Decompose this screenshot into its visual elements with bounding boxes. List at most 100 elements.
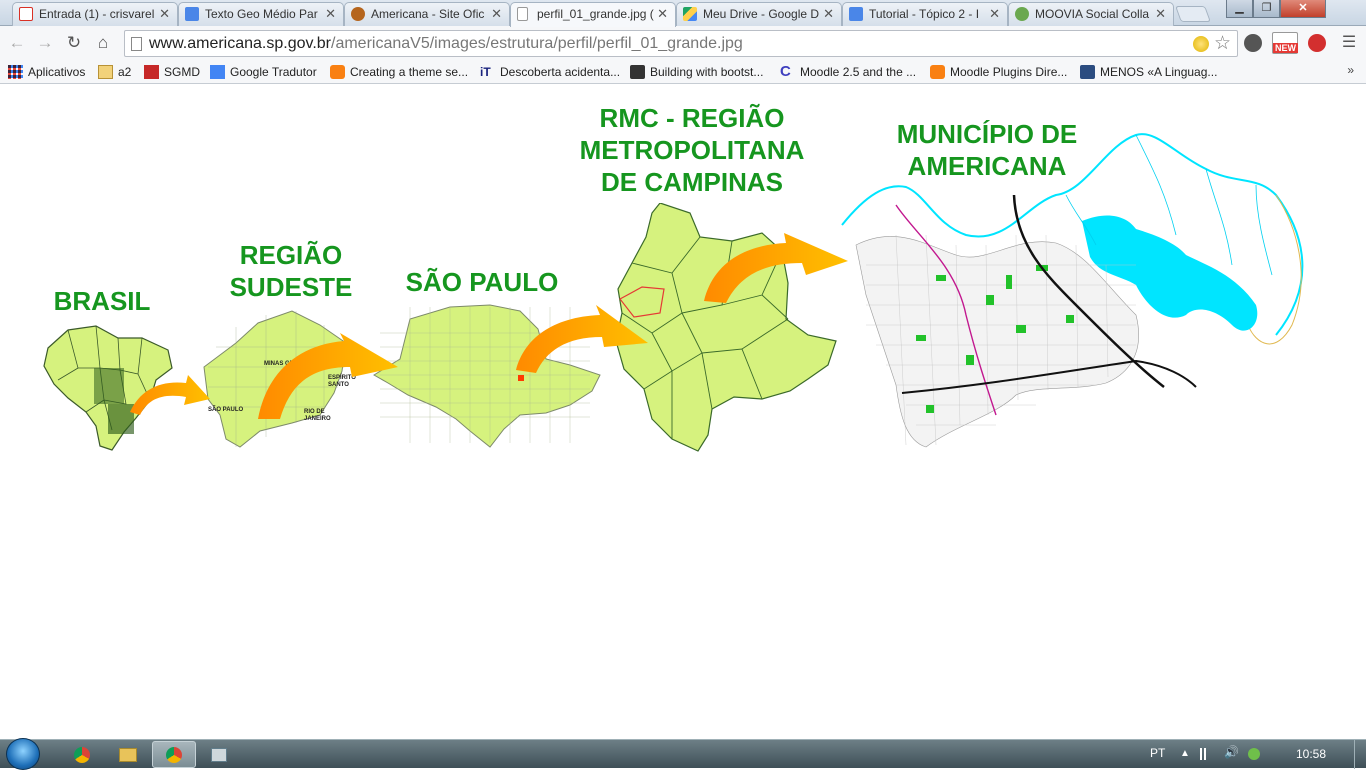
reload-button[interactable]: ↻ [63,32,85,54]
sync-icon[interactable] [1248,748,1260,760]
docs-icon [849,7,863,21]
transition-arrows [130,233,848,419]
menu-icon[interactable]: ☰ [1338,32,1360,54]
tab-meu-drive[interactable]: Meu Drive - Google D ✕ [676,2,842,26]
tab-tutorial[interactable]: Tutorial - Tópico 2 - I ✕ [842,2,1008,26]
folder-icon [98,65,113,79]
bookmark-label: Moodle Plugins Dire... [950,65,1068,79]
translate-icon [210,65,225,79]
bookmark-label: Moodle 2.5 and the ... [800,65,917,79]
image-viewer: BRASIL REGIÃO SUDESTE SÃO PAULO RMC - RE… [0,85,1366,739]
tab-perfil-image[interactable]: perfil_01_grande.jpg ( ✕ [510,2,676,27]
tab-americana[interactable]: Americana - Site Ofic ✕ [344,2,510,26]
close-icon[interactable]: ✕ [1155,3,1166,25]
bookmark-label: a2 [118,65,132,79]
show-desktop-button[interactable] [1354,740,1366,769]
folder-icon [119,748,137,762]
tab-label: Tutorial - Tópico 2 - I [869,7,980,21]
new-badge: NEW [1273,43,1298,53]
start-button[interactable] [6,738,40,770]
close-icon[interactable]: ✕ [823,3,834,25]
tab-label: MOOVIA Social Colla [1035,7,1150,21]
tab-gmail[interactable]: Entrada (1) - crisvarel ✕ [12,2,178,26]
sgmd-icon [144,65,159,79]
forward-button[interactable]: → [34,32,56,54]
volume-icon[interactable]: 🔊 [1224,745,1239,759]
gmail-icon [19,7,33,21]
bookmark-label: Creating a theme se... [350,65,469,79]
tab-label: Entrada (1) - crisvarel [39,7,155,21]
back-button[interactable]: ← [6,32,28,54]
account-icon[interactable] [1244,34,1262,52]
tab-label: Americana - Site Ofic [371,7,485,21]
arrow-saopaulo-rmc [516,305,648,373]
taskbar-app[interactable] [198,741,242,768]
close-icon[interactable]: ✕ [325,3,336,25]
app-icon [211,748,227,762]
bookmark-aplicativos[interactable]: Aplicativos [8,63,85,81]
new-tab-button[interactable] [1175,6,1211,22]
bookmark-label: Descoberta acidenta... [500,65,621,79]
less-icon [1080,65,1095,79]
bookmark-moodle-25[interactable]: C Moodle 2.5 and the ... [780,63,916,81]
bookmark-label: Google Tradutor [230,65,317,79]
show-hidden-icons-icon[interactable]: ▲ [1180,748,1192,760]
page-icon [131,37,142,51]
extension-icon[interactable] [1193,36,1209,52]
chrome-icon [166,747,182,763]
new-extension-icon[interactable]: NEW [1272,32,1298,54]
bookmark-a2[interactable]: a2 [98,63,131,81]
close-icon[interactable]: ✕ [989,3,1000,25]
url-text[interactable]: www.americana.sp.gov.br/americanaV5/imag… [149,35,743,53]
url-path: /americanaV5/images/estrutura/perfil/per… [331,35,743,52]
bookmark-label: SGMD [164,65,200,79]
close-icon[interactable]: ✕ [657,3,668,25]
docs-icon [185,7,199,21]
windows-taskbar: PT ▲ 🔊 10:58 [0,738,1366,770]
bookmark-sgmd[interactable]: SGMD [144,63,200,81]
bookmark-descoberta[interactable]: iT Descoberta acidenta... [480,63,620,81]
taskbar-chrome-pinned[interactable] [60,741,104,768]
tab-label: perfil_01_grande.jpg ( [537,7,654,21]
taskbar-explorer[interactable] [106,741,150,768]
close-icon[interactable]: ✕ [491,3,502,25]
close-icon[interactable]: ✕ [159,3,170,25]
tab-texto-geo[interactable]: Texto Geo Médio Par ✕ [178,2,344,26]
close-window-button[interactable]: ✕ [1280,0,1326,18]
it-icon: iT [480,65,491,79]
bookmark-label: Aplicativos [28,65,86,79]
bookmarks-bar: Aplicativos a2 SGMD Google Tradutor Crea… [0,60,1366,84]
adblock-icon[interactable] [1308,34,1326,52]
americana-icon [351,7,365,21]
taskbar-chrome-active[interactable] [152,741,196,768]
network-icon[interactable] [1200,748,1212,760]
language-indicator[interactable]: PT [1150,746,1165,760]
drive-icon [683,7,697,21]
c-icon: C [780,63,791,80]
bookmark-label: Building with bootst... [650,65,764,79]
bookmark-bootstrap[interactable]: Building with bootst... [630,63,763,81]
arrow-brasil-sudeste [130,375,210,415]
bookmark-menos[interactable]: MENOS «A Linguag... [1080,63,1217,81]
address-bar[interactable]: www.americana.sp.gov.br/americanaV5/imag… [124,30,1238,57]
page-icon [517,7,528,21]
bookmark-label: MENOS «A Linguag... [1100,65,1218,79]
bookmark-creating-theme[interactable]: Creating a theme se... [330,63,468,81]
moovia-icon [1015,7,1029,21]
maximize-button[interactable]: ❐ [1253,0,1280,18]
bookmark-moodle-plugins[interactable]: Moodle Plugins Dire... [930,63,1067,81]
tab-label: Texto Geo Médio Par [205,7,318,21]
apps-grid-icon [8,65,23,79]
home-button[interactable]: ⌂ [92,32,114,54]
clock[interactable]: 10:58 [1296,747,1326,761]
minimize-button[interactable]: ▁ [1226,0,1253,18]
arrow-rmc-americana [704,233,848,303]
bookmarks-overflow-button[interactable]: » [1347,63,1354,77]
tab-moovia[interactable]: MOOVIA Social Colla ✕ [1008,2,1174,26]
bootstrap-icon [630,65,645,79]
tab-label: Meu Drive - Google D [703,7,820,21]
bookmark-star-icon[interactable]: ☆ [1214,32,1231,55]
moodle-icon [330,65,345,79]
arrow-sudeste-saopaulo [258,333,398,419]
bookmark-google-tradutor[interactable]: Google Tradutor [210,63,317,81]
